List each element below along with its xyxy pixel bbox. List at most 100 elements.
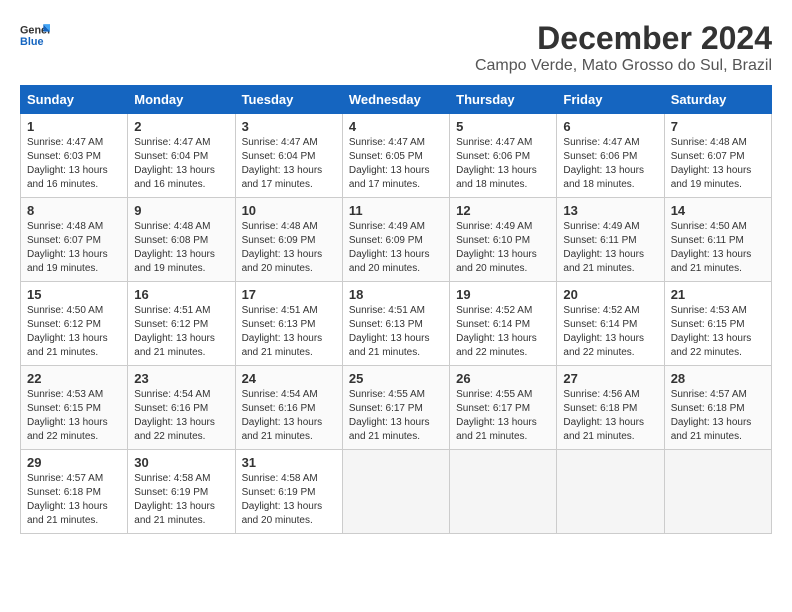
day-info: Sunrise: 4:53 AMSunset: 6:15 PMDaylight:… xyxy=(671,304,765,360)
calendar-cell: 24Sunrise: 4:54 AMSunset: 6:16 PMDayligh… xyxy=(235,366,342,450)
day-info: Sunrise: 4:58 AMSunset: 6:19 PMDaylight:… xyxy=(134,472,228,528)
day-info: Sunrise: 4:50 AMSunset: 6:12 PMDaylight:… xyxy=(27,304,121,360)
weekday-header-wednesday: Wednesday xyxy=(342,86,449,114)
calendar-week-4: 22 Sunrise: 4:53 AMSunset: 6:15 PMDayligh… xyxy=(21,366,772,450)
day-info: Sunrise: 4:49 AMSunset: 6:11 PMDaylight:… xyxy=(563,220,657,276)
day-info: Sunrise: 4:56 AMSunset: 6:18 PMDaylight:… xyxy=(563,388,657,444)
day-number: 16 xyxy=(134,287,228,302)
calendar-cell: 9Sunrise: 4:48 AMSunset: 6:08 PMDaylight… xyxy=(128,198,235,282)
day-number: 29 xyxy=(27,455,121,470)
calendar-week-1: 1 Sunrise: 4:47 AMSunset: 6:03 PMDaylight… xyxy=(21,114,772,198)
calendar-cell xyxy=(557,450,664,534)
day-info: Sunrise: 4:54 AMSunset: 6:16 PMDaylight:… xyxy=(134,388,228,444)
calendar-cell xyxy=(342,450,449,534)
day-info: Sunrise: 4:55 AMSunset: 6:17 PMDaylight:… xyxy=(456,388,550,444)
calendar-cell: 11 Sunrise: 4:49 AMSunset: 6:09 PMDayligh… xyxy=(342,198,449,282)
day-number: 12 xyxy=(456,203,550,218)
svg-text:Blue: Blue xyxy=(20,36,43,48)
weekday-header-friday: Friday xyxy=(557,86,664,114)
calendar-cell xyxy=(450,450,557,534)
header: General Blue December 2024 Campo Verde, … xyxy=(20,20,772,75)
day-number: 8 xyxy=(27,203,121,218)
calendar-cell: 28 Sunrise: 4:57 AMSunset: 6:18 PMDayligh… xyxy=(664,366,771,450)
day-info: Sunrise: 4:52 AMSunset: 6:14 PMDaylight:… xyxy=(456,304,550,360)
calendar-week-2: 8 Sunrise: 4:48 AMSunset: 6:07 PMDaylight… xyxy=(21,198,772,282)
weekday-header-thursday: Thursday xyxy=(450,86,557,114)
title-section: December 2024 Campo Verde, Mato Grosso d… xyxy=(475,20,772,75)
calendar-cell: 17 Sunrise: 4:51 AMSunset: 6:13 PMDayligh… xyxy=(235,282,342,366)
weekday-header-tuesday: Tuesday xyxy=(235,86,342,114)
calendar-cell: 20 Sunrise: 4:52 AMSunset: 6:14 PMDayligh… xyxy=(557,282,664,366)
calendar-week-3: 15 Sunrise: 4:50 AMSunset: 6:12 PMDayligh… xyxy=(21,282,772,366)
day-info: Sunrise: 4:47 AMSunset: 6:06 PMDaylight:… xyxy=(563,136,657,192)
day-number: 15 xyxy=(27,287,121,302)
day-info: Sunrise: 4:47 AMSunset: 6:05 PMDaylight:… xyxy=(349,136,443,192)
calendar-cell: 8 Sunrise: 4:48 AMSunset: 6:07 PMDaylight… xyxy=(21,198,128,282)
calendar-cell: 7 Sunrise: 4:48 AMSunset: 6:07 PMDaylight… xyxy=(664,114,771,198)
calendar-cell xyxy=(664,450,771,534)
day-number: 4 xyxy=(349,119,443,134)
calendar-table: SundayMondayTuesdayWednesdayThursdayFrid… xyxy=(20,85,772,534)
day-number: 18 xyxy=(349,287,443,302)
day-number: 1 xyxy=(27,119,121,134)
day-info: Sunrise: 4:48 AMSunset: 6:08 PMDaylight:… xyxy=(134,220,228,276)
day-info: Sunrise: 4:53 AMSunset: 6:15 PMDaylight:… xyxy=(27,388,121,444)
day-info: Sunrise: 4:47 AMSunset: 6:04 PMDaylight:… xyxy=(242,136,336,192)
day-number: 7 xyxy=(671,119,765,134)
day-info: Sunrise: 4:51 AMSunset: 6:13 PMDaylight:… xyxy=(242,304,336,360)
weekday-header-monday: Monday xyxy=(128,86,235,114)
day-info: Sunrise: 4:49 AMSunset: 6:10 PMDaylight:… xyxy=(456,220,550,276)
day-number: 17 xyxy=(242,287,336,302)
day-number: 6 xyxy=(563,119,657,134)
day-info: Sunrise: 4:52 AMSunset: 6:14 PMDaylight:… xyxy=(563,304,657,360)
day-info: Sunrise: 4:48 AMSunset: 6:07 PMDaylight:… xyxy=(671,136,765,192)
day-number: 2 xyxy=(134,119,228,134)
day-number: 19 xyxy=(456,287,550,302)
weekday-header-row: SundayMondayTuesdayWednesdayThursdayFrid… xyxy=(21,86,772,114)
calendar-cell: 31 Sunrise: 4:58 AMSunset: 6:19 PMDayligh… xyxy=(235,450,342,534)
day-info: Sunrise: 4:47 AMSunset: 6:06 PMDaylight:… xyxy=(456,136,550,192)
day-info: Sunrise: 4:57 AMSunset: 6:18 PMDaylight:… xyxy=(671,388,765,444)
calendar-cell: 14Sunrise: 4:50 AMSunset: 6:11 PMDayligh… xyxy=(664,198,771,282)
day-number: 24 xyxy=(242,371,336,386)
day-number: 20 xyxy=(563,287,657,302)
calendar-cell: 25 Sunrise: 4:55 AMSunset: 6:17 PMDayligh… xyxy=(342,366,449,450)
month-title: December 2024 xyxy=(475,20,772,57)
day-info: Sunrise: 4:48 AMSunset: 6:07 PMDaylight:… xyxy=(27,220,121,276)
day-info: Sunrise: 4:47 AMSunset: 6:03 PMDaylight:… xyxy=(27,136,121,192)
calendar-cell: 30Sunrise: 4:58 AMSunset: 6:19 PMDayligh… xyxy=(128,450,235,534)
calendar-cell: 18Sunrise: 4:51 AMSunset: 6:13 PMDayligh… xyxy=(342,282,449,366)
calendar-cell: 1 Sunrise: 4:47 AMSunset: 6:03 PMDaylight… xyxy=(21,114,128,198)
day-info: Sunrise: 4:58 AMSunset: 6:19 PMDaylight:… xyxy=(242,472,336,528)
day-number: 26 xyxy=(456,371,550,386)
day-number: 28 xyxy=(671,371,765,386)
day-number: 5 xyxy=(456,119,550,134)
calendar-cell: 13 Sunrise: 4:49 AMSunset: 6:11 PMDayligh… xyxy=(557,198,664,282)
calendar-cell: 22 Sunrise: 4:53 AMSunset: 6:15 PMDayligh… xyxy=(21,366,128,450)
calendar-cell: 2Sunrise: 4:47 AMSunset: 6:04 PMDaylight… xyxy=(128,114,235,198)
day-number: 13 xyxy=(563,203,657,218)
day-info: Sunrise: 4:49 AMSunset: 6:09 PMDaylight:… xyxy=(349,220,443,276)
calendar-cell: 3 Sunrise: 4:47 AMSunset: 6:04 PMDaylight… xyxy=(235,114,342,198)
day-number: 31 xyxy=(242,455,336,470)
calendar-cell: 5 Sunrise: 4:47 AMSunset: 6:06 PMDaylight… xyxy=(450,114,557,198)
day-number: 10 xyxy=(242,203,336,218)
calendar-cell: 6 Sunrise: 4:47 AMSunset: 6:06 PMDaylight… xyxy=(557,114,664,198)
weekday-header-saturday: Saturday xyxy=(664,86,771,114)
day-number: 22 xyxy=(27,371,121,386)
day-number: 27 xyxy=(563,371,657,386)
calendar-cell: 16Sunrise: 4:51 AMSunset: 6:12 PMDayligh… xyxy=(128,282,235,366)
day-info: Sunrise: 4:55 AMSunset: 6:17 PMDaylight:… xyxy=(349,388,443,444)
day-number: 21 xyxy=(671,287,765,302)
calendar-cell: 27 Sunrise: 4:56 AMSunset: 6:18 PMDayligh… xyxy=(557,366,664,450)
day-number: 25 xyxy=(349,371,443,386)
location-title: Campo Verde, Mato Grosso do Sul, Brazil xyxy=(475,57,772,75)
calendar-week-5: 29 Sunrise: 4:57 AMSunset: 6:18 PMDayligh… xyxy=(21,450,772,534)
calendar-cell: 26 Sunrise: 4:55 AMSunset: 6:17 PMDayligh… xyxy=(450,366,557,450)
logo: General Blue xyxy=(20,20,50,50)
day-info: Sunrise: 4:57 AMSunset: 6:18 PMDaylight:… xyxy=(27,472,121,528)
day-number: 11 xyxy=(349,203,443,218)
day-number: 3 xyxy=(242,119,336,134)
weekday-header-sunday: Sunday xyxy=(21,86,128,114)
day-info: Sunrise: 4:50 AMSunset: 6:11 PMDaylight:… xyxy=(671,220,765,276)
